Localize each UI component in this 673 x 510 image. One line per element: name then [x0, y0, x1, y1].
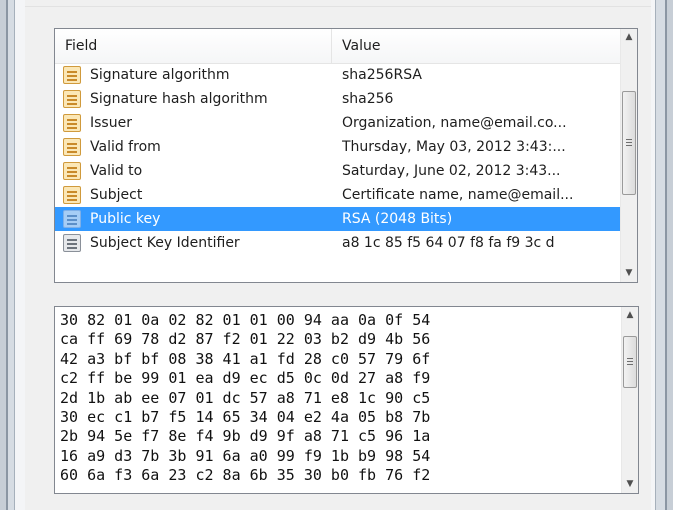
scroll-up-arrow-icon[interactable]: ▲	[622, 307, 638, 324]
certificate-field-icon	[63, 234, 81, 252]
field-name: Public key	[90, 211, 161, 227]
field-value: a8 1c 85 f5 64 07 f8 fa f9 3c d	[342, 235, 555, 251]
field-name: Signature algorithm	[90, 67, 230, 83]
field-name: Subject	[90, 187, 143, 203]
hex-dump-lines: 30 82 01 0a 02 82 01 01 00 94 aa 0a 0f 5…	[60, 311, 620, 486]
field-value: Saturday, June 02, 2012 3:43...	[342, 163, 561, 179]
list-row[interactable]: Subject Key Identifier a8 1c 85 f5 64 07 …	[55, 231, 620, 255]
value-detail-textbox[interactable]: 30 82 01 0a 02 82 01 01 00 94 aa 0a 0f 5…	[54, 306, 639, 494]
field-name: Valid to	[90, 163, 143, 179]
window-frame-left	[0, 0, 25, 510]
scroll-down-arrow-icon[interactable]: ▼	[622, 476, 638, 493]
panel-top-edge	[25, 0, 651, 7]
field-value: sha256	[342, 91, 394, 107]
hex-line: c2 ff be 99 01 ea d9 ec d5 0c 0d 27 a8 f…	[60, 369, 431, 388]
detail-vertical-scrollbar[interactable]: ▲ ▼	[621, 307, 638, 493]
field-name: Valid from	[90, 139, 161, 155]
list-scroll-thumb[interactable]	[622, 91, 636, 195]
list-row[interactable]: Signature hash algorithm sha256	[55, 87, 620, 111]
hex-line: 16 a9 d3 7b 3b 91 6a a0 99 f9 1b b9 98 5…	[60, 446, 431, 465]
window-frame-right	[651, 0, 673, 510]
certificate-fields-list[interactable]: Field Value Signature algorithm sha256RSA…	[54, 28, 638, 283]
list-vertical-scrollbar[interactable]: ▲ ▼	[620, 29, 637, 282]
hex-line: 42 a3 bf bf 08 38 41 a1 fd 28 c0 57 79 6…	[60, 349, 431, 368]
column-header-value[interactable]: Value	[332, 29, 622, 63]
list-row[interactable]: Issuer Organization, name@email.co...	[55, 111, 620, 135]
hex-line: 2b 94 5e f7 8e f4 9b d9 9f a8 71 c5 96 1…	[60, 427, 431, 446]
certificate-field-icon	[63, 90, 81, 108]
list-row[interactable]: Valid to Saturday, June 02, 2012 3:43...	[55, 159, 620, 183]
hex-line: ca ff 69 78 d2 87 f2 01 22 03 b2 d9 4b 5…	[60, 330, 431, 349]
field-value: sha256RSA	[342, 67, 422, 83]
list-row[interactable]: Signature algorithm sha256RSA	[55, 63, 620, 87]
list-row[interactable]: Subject Certificate name, name@email...	[55, 183, 620, 207]
field-name: Signature hash algorithm	[90, 91, 268, 107]
certificate-field-icon	[63, 186, 81, 204]
field-name: Subject Key Identifier	[90, 235, 240, 251]
hex-line: 30 82 01 0a 02 82 01 01 00 94 aa 0a 0f 5…	[60, 311, 431, 329]
certificate-field-icon	[63, 138, 81, 156]
field-name: Issuer	[90, 115, 132, 131]
certificate-field-icon	[63, 210, 81, 228]
field-value: RSA (2048 Bits)	[342, 211, 453, 227]
column-header-field[interactable]: Field	[55, 29, 332, 63]
field-value: Organization, name@email.co...	[342, 115, 567, 131]
field-value: Thursday, May 03, 2012 3:43:...	[342, 139, 566, 155]
hex-line: 2d 1b ab ee 07 01 dc 57 a8 71 e8 1c 90 c…	[60, 388, 431, 407]
field-value: Certificate name, name@email...	[342, 187, 574, 203]
certificate-field-icon	[63, 66, 81, 84]
list-rows: Signature algorithm sha256RSA Signature ha…	[55, 63, 620, 255]
list-header: Field Value	[55, 29, 620, 64]
list-row[interactable]: Valid from Thursday, May 03, 2012 3:43:..…	[55, 135, 620, 159]
scroll-down-arrow-icon[interactable]: ▼	[621, 265, 637, 282]
hex-line: 30 ec c1 b7 f5 14 65 34 04 e2 4a 05 b8 7…	[60, 407, 431, 426]
detail-scroll-thumb[interactable]	[623, 336, 637, 388]
scroll-up-arrow-icon[interactable]: ▲	[621, 29, 637, 46]
certificate-field-icon	[63, 162, 81, 180]
list-row[interactable]: Public key RSA (2048 Bits)	[55, 207, 620, 231]
scroll-grip-icon	[626, 139, 632, 146]
scroll-grip-icon	[627, 358, 633, 365]
certificate-field-icon	[63, 114, 81, 132]
hex-line: 60 6a f3 6a 23 c2 8a 6b 35 30 b0 fb 76 f…	[60, 466, 431, 485]
